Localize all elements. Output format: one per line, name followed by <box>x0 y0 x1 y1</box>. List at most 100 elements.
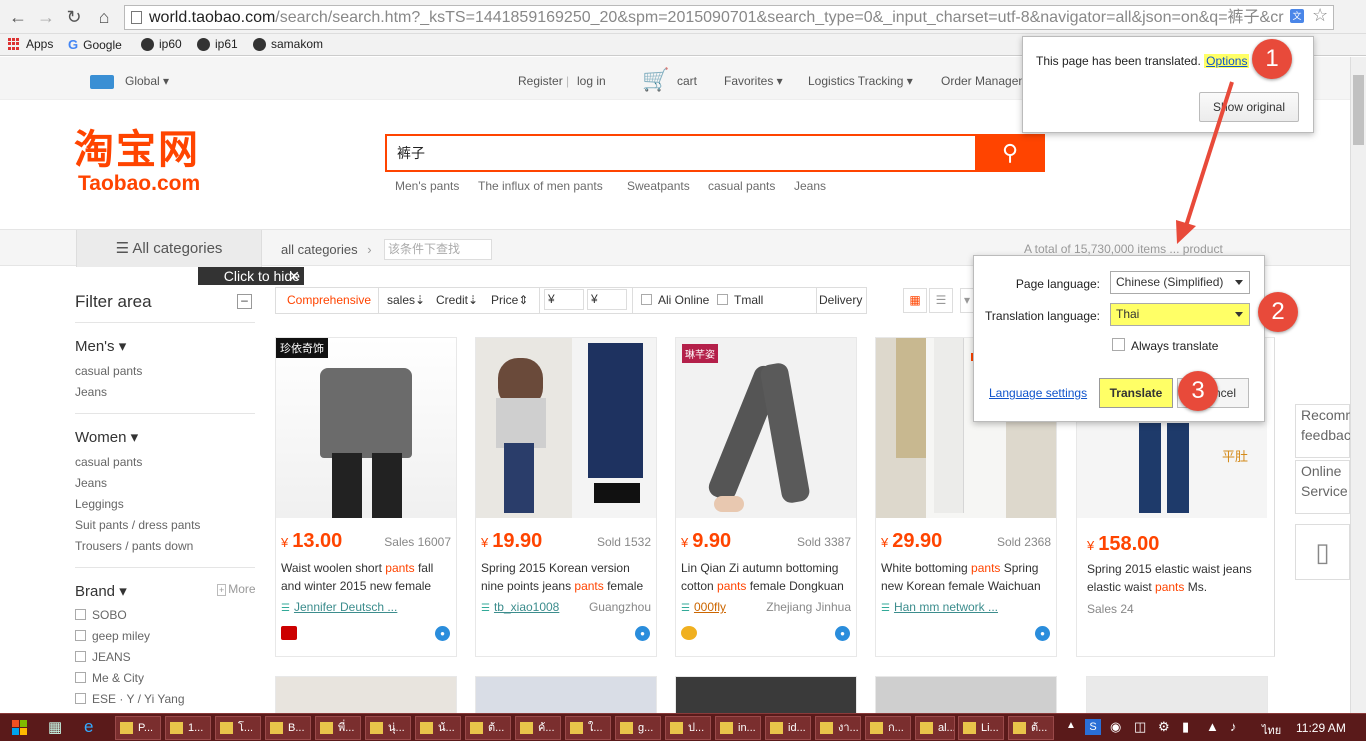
product-title[interactable]: Spring 2015 Korean version nine points j… <box>481 559 653 595</box>
sort-sales[interactable]: sales⇣ <box>387 288 425 313</box>
file-explorer-icon[interactable]: ▦ <box>48 718 62 736</box>
product-title[interactable]: Lin Qian Zi autumn bottoming cotton pant… <box>681 559 853 595</box>
brand-option[interactable]: SOBO <box>75 608 127 622</box>
product-image[interactable]: 琳芊姿 <box>676 338 856 518</box>
taskbar-item[interactable]: น้... <box>415 716 461 740</box>
back-icon[interactable]: ← <box>8 7 28 27</box>
product-card[interactable] <box>675 676 857 716</box>
recommend-feedback-button[interactable]: Recomm feedback <box>1295 404 1358 458</box>
tmall-option[interactable]: Tmall <box>717 288 763 313</box>
register-link[interactable]: Register <box>518 74 563 88</box>
signal-icon[interactable]: ▲ <box>1206 719 1219 734</box>
checkbox[interactable] <box>75 651 86 662</box>
app-tray-icon[interactable]: S <box>1085 719 1101 735</box>
filter-link[interactable]: Suit pants / dress pants <box>75 518 200 532</box>
taskbar-item[interactable]: ป... <box>665 716 711 740</box>
sort-comprehensive[interactable]: Comprehensive <box>287 288 371 313</box>
hotword[interactable]: The influx of men pants <box>478 179 603 193</box>
bookmark-ip60[interactable]: ip60 <box>141 37 182 51</box>
bookmark-star-icon[interactable]: ☆ <box>1312 5 1328 26</box>
tray-icon[interactable]: ◫ <box>1134 719 1146 735</box>
product-card[interactable]: 珍依奇饰 ¥13.00 Sales 16007 Waist woolen sho… <box>275 337 457 657</box>
mens-heading[interactable]: Men's ▾ <box>75 337 126 355</box>
women-heading[interactable]: Women ▾ <box>75 428 138 446</box>
address-bar[interactable]: world.taobao.com/search/search.htm?_ksTS… <box>124 5 1334 30</box>
taskbar-item[interactable]: g... <box>615 716 661 740</box>
taskbar-item[interactable]: ก... <box>865 716 911 740</box>
checkbox[interactable] <box>75 693 86 704</box>
filter-link[interactable]: Trousers / pants down <box>75 539 193 553</box>
filter-link[interactable]: casual pants <box>75 455 142 469</box>
show-original-button[interactable]: Show original <box>1199 92 1299 122</box>
scrollbar-thumb[interactable] <box>1353 75 1364 145</box>
close-icon[interactable]: ✕ <box>288 267 300 285</box>
hotword[interactable]: Jeans <box>794 179 826 193</box>
shop-link[interactable]: 000fly <box>681 600 726 614</box>
logistics-menu[interactable]: Logistics Tracking ▾ <box>808 74 913 88</box>
chat-icon[interactable]: ● <box>635 626 650 641</box>
brand-option[interactable]: JEANS <box>75 650 131 664</box>
checkbox[interactable] <box>1112 338 1125 351</box>
online-service-button[interactable]: Online Service <box>1295 460 1350 514</box>
search-input[interactable]: 裤子 <box>385 134 977 172</box>
bookmark-ip61[interactable]: ip61 <box>197 37 238 51</box>
scrollbar[interactable] <box>1350 57 1366 713</box>
brand-option[interactable]: ESE · Y / Yi Yang <box>75 692 185 706</box>
order-menu[interactable]: Order Managem <box>941 74 1028 88</box>
price-min-input[interactable]: ¥ <box>544 289 584 310</box>
breadcrumb[interactable]: all categories › <box>281 242 372 257</box>
list-view-icon[interactable]: ☰ <box>929 288 953 313</box>
more-link[interactable]: + More <box>217 582 256 596</box>
hotword[interactable]: Sweatpants <box>627 179 690 193</box>
checkbox[interactable] <box>75 672 86 683</box>
taskbar-item[interactable]: ต้... <box>1008 716 1054 740</box>
home-icon[interactable]: ⌂ <box>94 7 114 27</box>
chat-icon[interactable]: ● <box>835 626 850 641</box>
reload-icon[interactable]: ↻ <box>64 7 84 27</box>
product-card[interactable]: ¥19.90 Sold 1532 Spring 2015 Korean vers… <box>475 337 657 657</box>
product-title[interactable]: White bottoming pants Spring new Korean … <box>881 559 1053 595</box>
global-menu[interactable]: Global ▾ <box>125 74 169 88</box>
taobao-logo[interactable]: 淘宝网 Taobao.com <box>74 128 200 196</box>
hide-tooltip[interactable]: Click to hide ✕ <box>198 267 304 285</box>
taskbar-item[interactable]: โ... <box>215 716 261 740</box>
chat-icon[interactable]: ● <box>1035 626 1050 641</box>
brand-heading[interactable]: Brand ▾ <box>75 582 127 600</box>
product-card[interactable] <box>875 676 1057 716</box>
checkbox[interactable] <box>75 630 86 641</box>
product-title[interactable]: Spring 2015 elastic waist jeans elastic … <box>1087 560 1267 596</box>
brand-option[interactable]: geep miley <box>75 629 150 643</box>
product-card[interactable]: 琳芊姿 ¥9.90 Sold 3387 Lin Qian Zi autumn b… <box>675 337 857 657</box>
bookmark-apps[interactable]: Apps <box>8 37 53 51</box>
collapse-icon[interactable]: – <box>237 294 252 309</box>
taskbar-item[interactable]: นุ่... <box>365 716 411 740</box>
shop-link[interactable]: Han mm network ... <box>881 600 998 614</box>
checkbox[interactable] <box>75 609 86 620</box>
ali-online-option[interactable]: Ali Online <box>641 288 709 313</box>
taskbar-item[interactable]: P... <box>115 716 161 740</box>
product-title[interactable]: Waist woolen short pants fall and winter… <box>281 559 453 595</box>
input-language[interactable]: ไทย <box>1262 721 1281 739</box>
filter-link[interactable]: Leggings <box>75 497 124 511</box>
delivery-dropdown[interactable]: Delivery <box>819 288 862 313</box>
product-image[interactable]: 珍依奇饰 <box>276 338 456 518</box>
filter-link[interactable]: casual pants <box>75 364 142 378</box>
sort-price[interactable]: Price⇕ <box>491 288 528 313</box>
favorites-menu[interactable]: Favorites ▾ <box>724 74 783 88</box>
view-toggle[interactable]: ▾ <box>960 288 974 313</box>
taskbar-item[interactable]: ต้... <box>465 716 511 740</box>
shop-link[interactable]: Jennifer Deutsch ... <box>281 600 397 614</box>
taskbar-item[interactable]: id... <box>765 716 811 740</box>
taskbar-item[interactable]: B... <box>265 716 311 740</box>
chat-icon[interactable]: ● <box>435 626 450 641</box>
battery-icon[interactable]: ▮ <box>1182 719 1189 735</box>
volume-icon[interactable]: ♪ <box>1230 719 1237 734</box>
taskbar-item[interactable]: ค้... <box>515 716 561 740</box>
translate-button[interactable]: Translate <box>1099 378 1173 408</box>
product-image[interactable] <box>476 338 656 518</box>
taskbar-item[interactable]: งา... <box>815 716 861 740</box>
product-card[interactable] <box>475 676 657 716</box>
all-categories-button[interactable]: ☰ All categories <box>76 230 262 267</box>
brand-option[interactable]: Me & City <box>75 671 144 685</box>
cart-link[interactable]: cart <box>677 74 697 88</box>
